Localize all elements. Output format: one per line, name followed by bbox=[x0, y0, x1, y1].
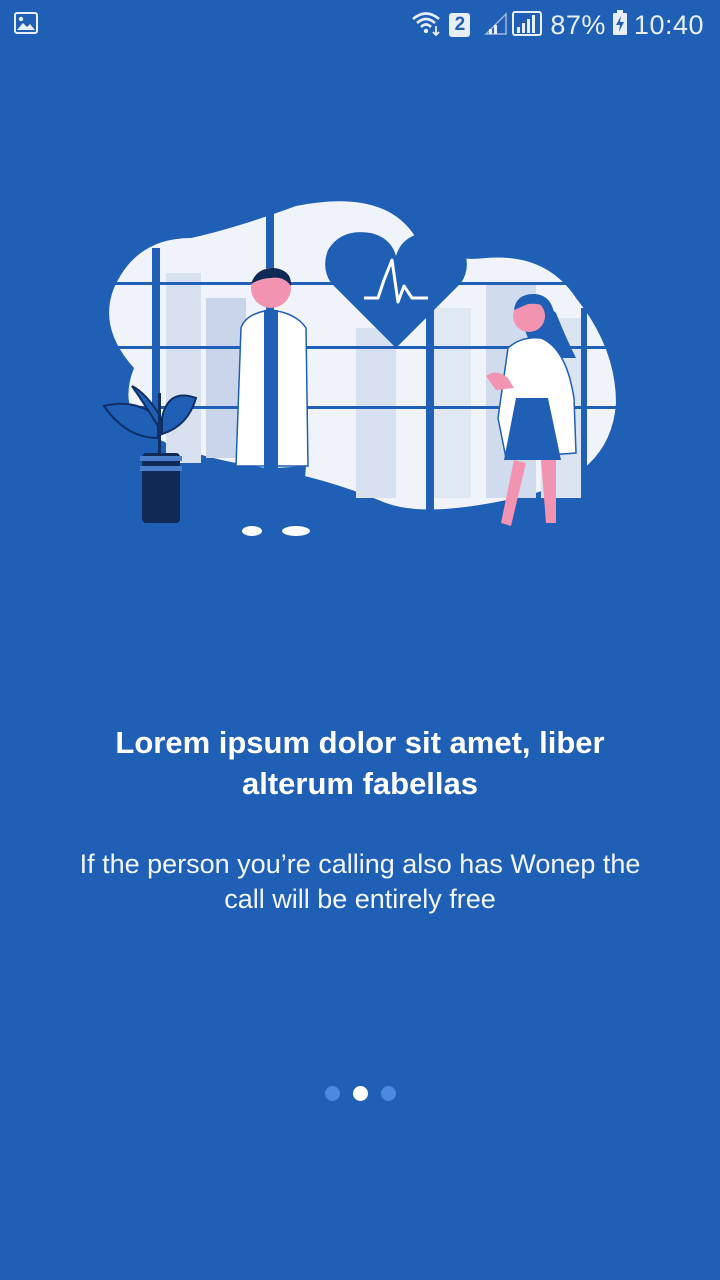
battery-charging-icon bbox=[612, 9, 628, 41]
subtitle-line: If the person you’re calling also has Wo… bbox=[79, 849, 641, 879]
page-dot-2-active[interactable] bbox=[352, 1086, 368, 1101]
onboarding-subtitle: If the person you’re calling also has Wo… bbox=[40, 847, 680, 917]
clock: 10:40 bbox=[633, 9, 704, 40]
wifi-icon bbox=[411, 10, 443, 41]
battery-percent: 87% bbox=[550, 9, 606, 40]
page-dot-1[interactable] bbox=[324, 1086, 340, 1101]
title-line: alterum fabellas bbox=[241, 766, 479, 801]
page-dot-3[interactable] bbox=[380, 1086, 396, 1101]
page-indicator bbox=[0, 1086, 720, 1101]
doctors-illustration bbox=[96, 198, 626, 543]
image-icon bbox=[14, 11, 38, 39]
sim-badge: 2 bbox=[449, 13, 471, 37]
title-line: Lorem ipsum dolor sit amet, liber bbox=[115, 725, 605, 760]
signal-icon bbox=[484, 10, 544, 41]
onboarding-title: Lorem ipsum dolor sit amet, liber alteru… bbox=[40, 722, 680, 804]
status-bar: 2 87% 10:40 bbox=[0, 0, 720, 50]
subtitle-line: call will be entirely free bbox=[224, 884, 496, 914]
